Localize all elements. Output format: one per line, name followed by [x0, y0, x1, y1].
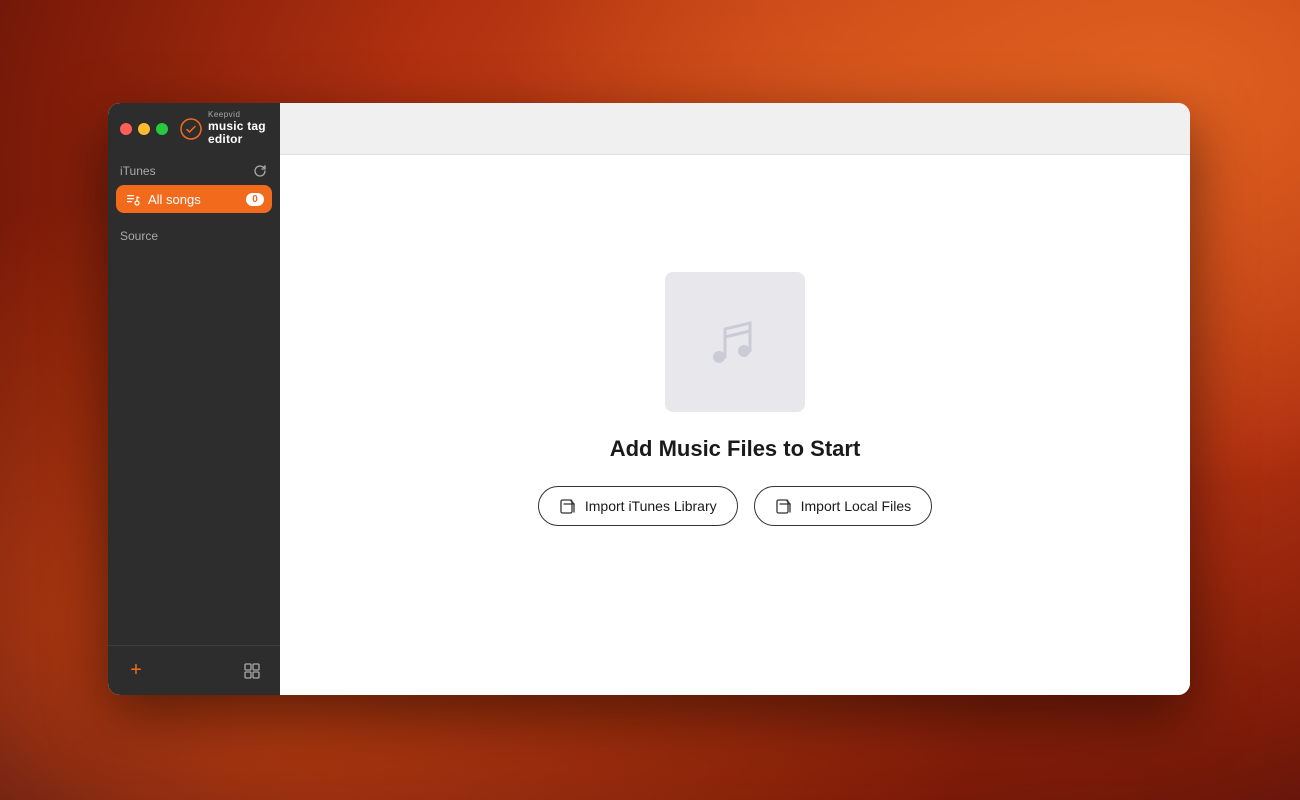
- import-itunes-button[interactable]: Import iTunes Library: [538, 486, 738, 526]
- empty-state-title: Add Music Files to Start: [610, 436, 861, 462]
- empty-state-buttons: Import iTunes Library Import Local Files: [538, 486, 932, 526]
- import-local-label: Import Local Files: [801, 498, 911, 514]
- source-section-header: Source: [116, 215, 272, 251]
- itunes-section-header: iTunes: [116, 155, 272, 185]
- app-window: Keepvid music tag editor iTunes: [108, 103, 1190, 695]
- close-button[interactable]: [120, 123, 132, 135]
- traffic-lights: [120, 123, 168, 135]
- refresh-icon[interactable]: [252, 163, 268, 179]
- import-local-button[interactable]: Import Local Files: [754, 486, 932, 526]
- window-header-bar: [280, 103, 1190, 155]
- music-note-icon: [700, 307, 770, 377]
- sidebar-item-all-songs[interactable]: All songs 0: [116, 185, 272, 213]
- app-logo: Keepvid music tag editor: [180, 111, 268, 146]
- import-local-icon: [775, 497, 793, 515]
- import-itunes-label: Import iTunes Library: [585, 498, 717, 514]
- add-button[interactable]: +: [122, 657, 150, 685]
- album-art-placeholder: [665, 272, 805, 412]
- all-songs-badge: 0: [246, 193, 264, 206]
- maximize-button[interactable]: [156, 123, 168, 135]
- titlebar: Keepvid music tag editor: [108, 103, 280, 155]
- itunes-section-label: iTunes: [120, 164, 156, 178]
- sidebar-content: iTunes: [108, 155, 280, 645]
- all-songs-label: All songs: [148, 192, 238, 207]
- source-section-label: Source: [120, 229, 158, 243]
- main-content: Add Music Files to Start Import iTunes L…: [280, 103, 1190, 695]
- music-list-icon: [124, 191, 140, 207]
- sidebar: Keepvid music tag editor iTunes: [108, 103, 280, 695]
- app-title-label: music tag editor: [208, 120, 268, 146]
- minimize-button[interactable]: [138, 123, 150, 135]
- app-name-container: Keepvid music tag editor: [208, 111, 268, 146]
- logo-icon: [180, 118, 202, 140]
- import-itunes-icon: [559, 497, 577, 515]
- empty-state: Add Music Files to Start Import iTunes L…: [538, 272, 932, 526]
- sidebar-footer: +: [108, 645, 280, 695]
- grid-view-button[interactable]: [238, 657, 266, 685]
